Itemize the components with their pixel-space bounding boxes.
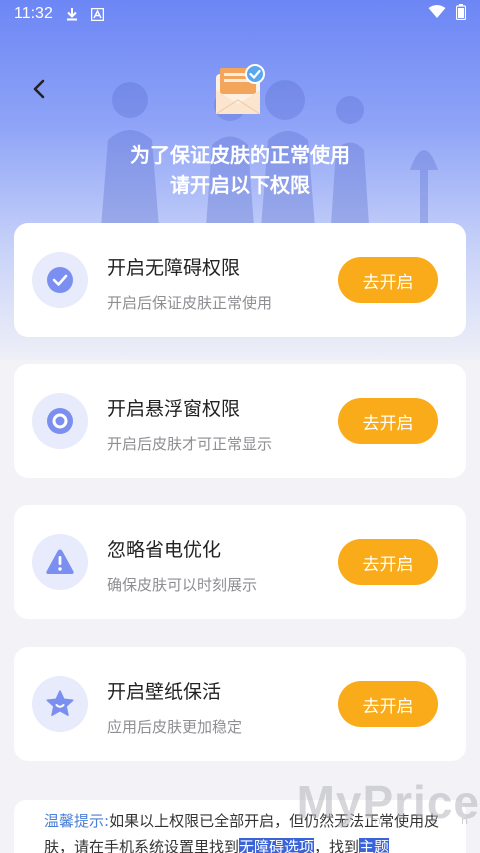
tip-highlight-theme: 主题 bbox=[359, 838, 390, 853]
permission-subtitle: 开启后保证皮肤正常使用 bbox=[107, 294, 273, 312]
permission-subtitle: 确保皮肤可以时刻展示 bbox=[107, 576, 258, 594]
ring-icon bbox=[32, 393, 88, 449]
watermark-small: o m . c n bbox=[340, 814, 478, 827]
permission-card-overlay: 开启悬浮窗权限 开启后皮肤才可正常显示 去开启 bbox=[14, 364, 466, 478]
permission-card-accessibility: 开启无障碍权限 开启后保证皮肤正常使用 去开启 bbox=[14, 223, 466, 337]
page-title: 为了保证皮肤的正常使用 请开启以下权限 bbox=[0, 140, 480, 200]
enable-accessibility-button[interactable]: 去开启 bbox=[338, 257, 438, 303]
permission-card-wallpaper: 开启壁纸保活 应用后皮肤更加稳定 去开启 bbox=[14, 647, 466, 761]
tip-text-2: ，找到 bbox=[314, 838, 360, 853]
check-circle-icon bbox=[32, 252, 88, 308]
battery-icon bbox=[455, 4, 467, 24]
tip-highlight-accessibility: 无障碍选项 bbox=[239, 838, 315, 853]
title-line-2: 请开启以下权限 bbox=[170, 173, 310, 197]
app-a-icon bbox=[90, 7, 104, 21]
permission-subtitle: 开启后皮肤才可正常显示 bbox=[107, 435, 273, 453]
warning-triangle-icon bbox=[32, 534, 88, 590]
ignore-battery-optimization-button[interactable]: 去开启 bbox=[338, 539, 438, 585]
tip-label: 温馨提示: bbox=[44, 812, 110, 830]
envelope-check-icon bbox=[214, 64, 268, 122]
permission-title: 忽略省电优化 bbox=[107, 539, 222, 561]
wifi-icon bbox=[428, 5, 446, 23]
star-smile-icon bbox=[32, 676, 88, 732]
permission-card-battery: 忽略省电优化 确保皮肤可以时刻展示 去开启 bbox=[14, 505, 466, 619]
enable-overlay-button[interactable]: 去开启 bbox=[338, 398, 438, 444]
permission-title: 开启悬浮窗权限 bbox=[107, 398, 241, 420]
download-icon bbox=[65, 7, 79, 21]
status-time: 11:32 bbox=[14, 5, 53, 22]
back-button[interactable] bbox=[26, 76, 52, 102]
title-line-1: 为了保证皮肤的正常使用 bbox=[130, 143, 350, 167]
chevron-left-icon bbox=[33, 79, 45, 99]
enable-wallpaper-keepalive-button[interactable]: 去开启 bbox=[338, 681, 438, 727]
permission-title: 开启壁纸保活 bbox=[107, 681, 222, 703]
permission-subtitle: 应用后皮肤更加稳定 bbox=[107, 718, 243, 736]
status-bar: 11:32 bbox=[0, 0, 480, 28]
permission-title: 开启无障碍权限 bbox=[107, 257, 241, 279]
